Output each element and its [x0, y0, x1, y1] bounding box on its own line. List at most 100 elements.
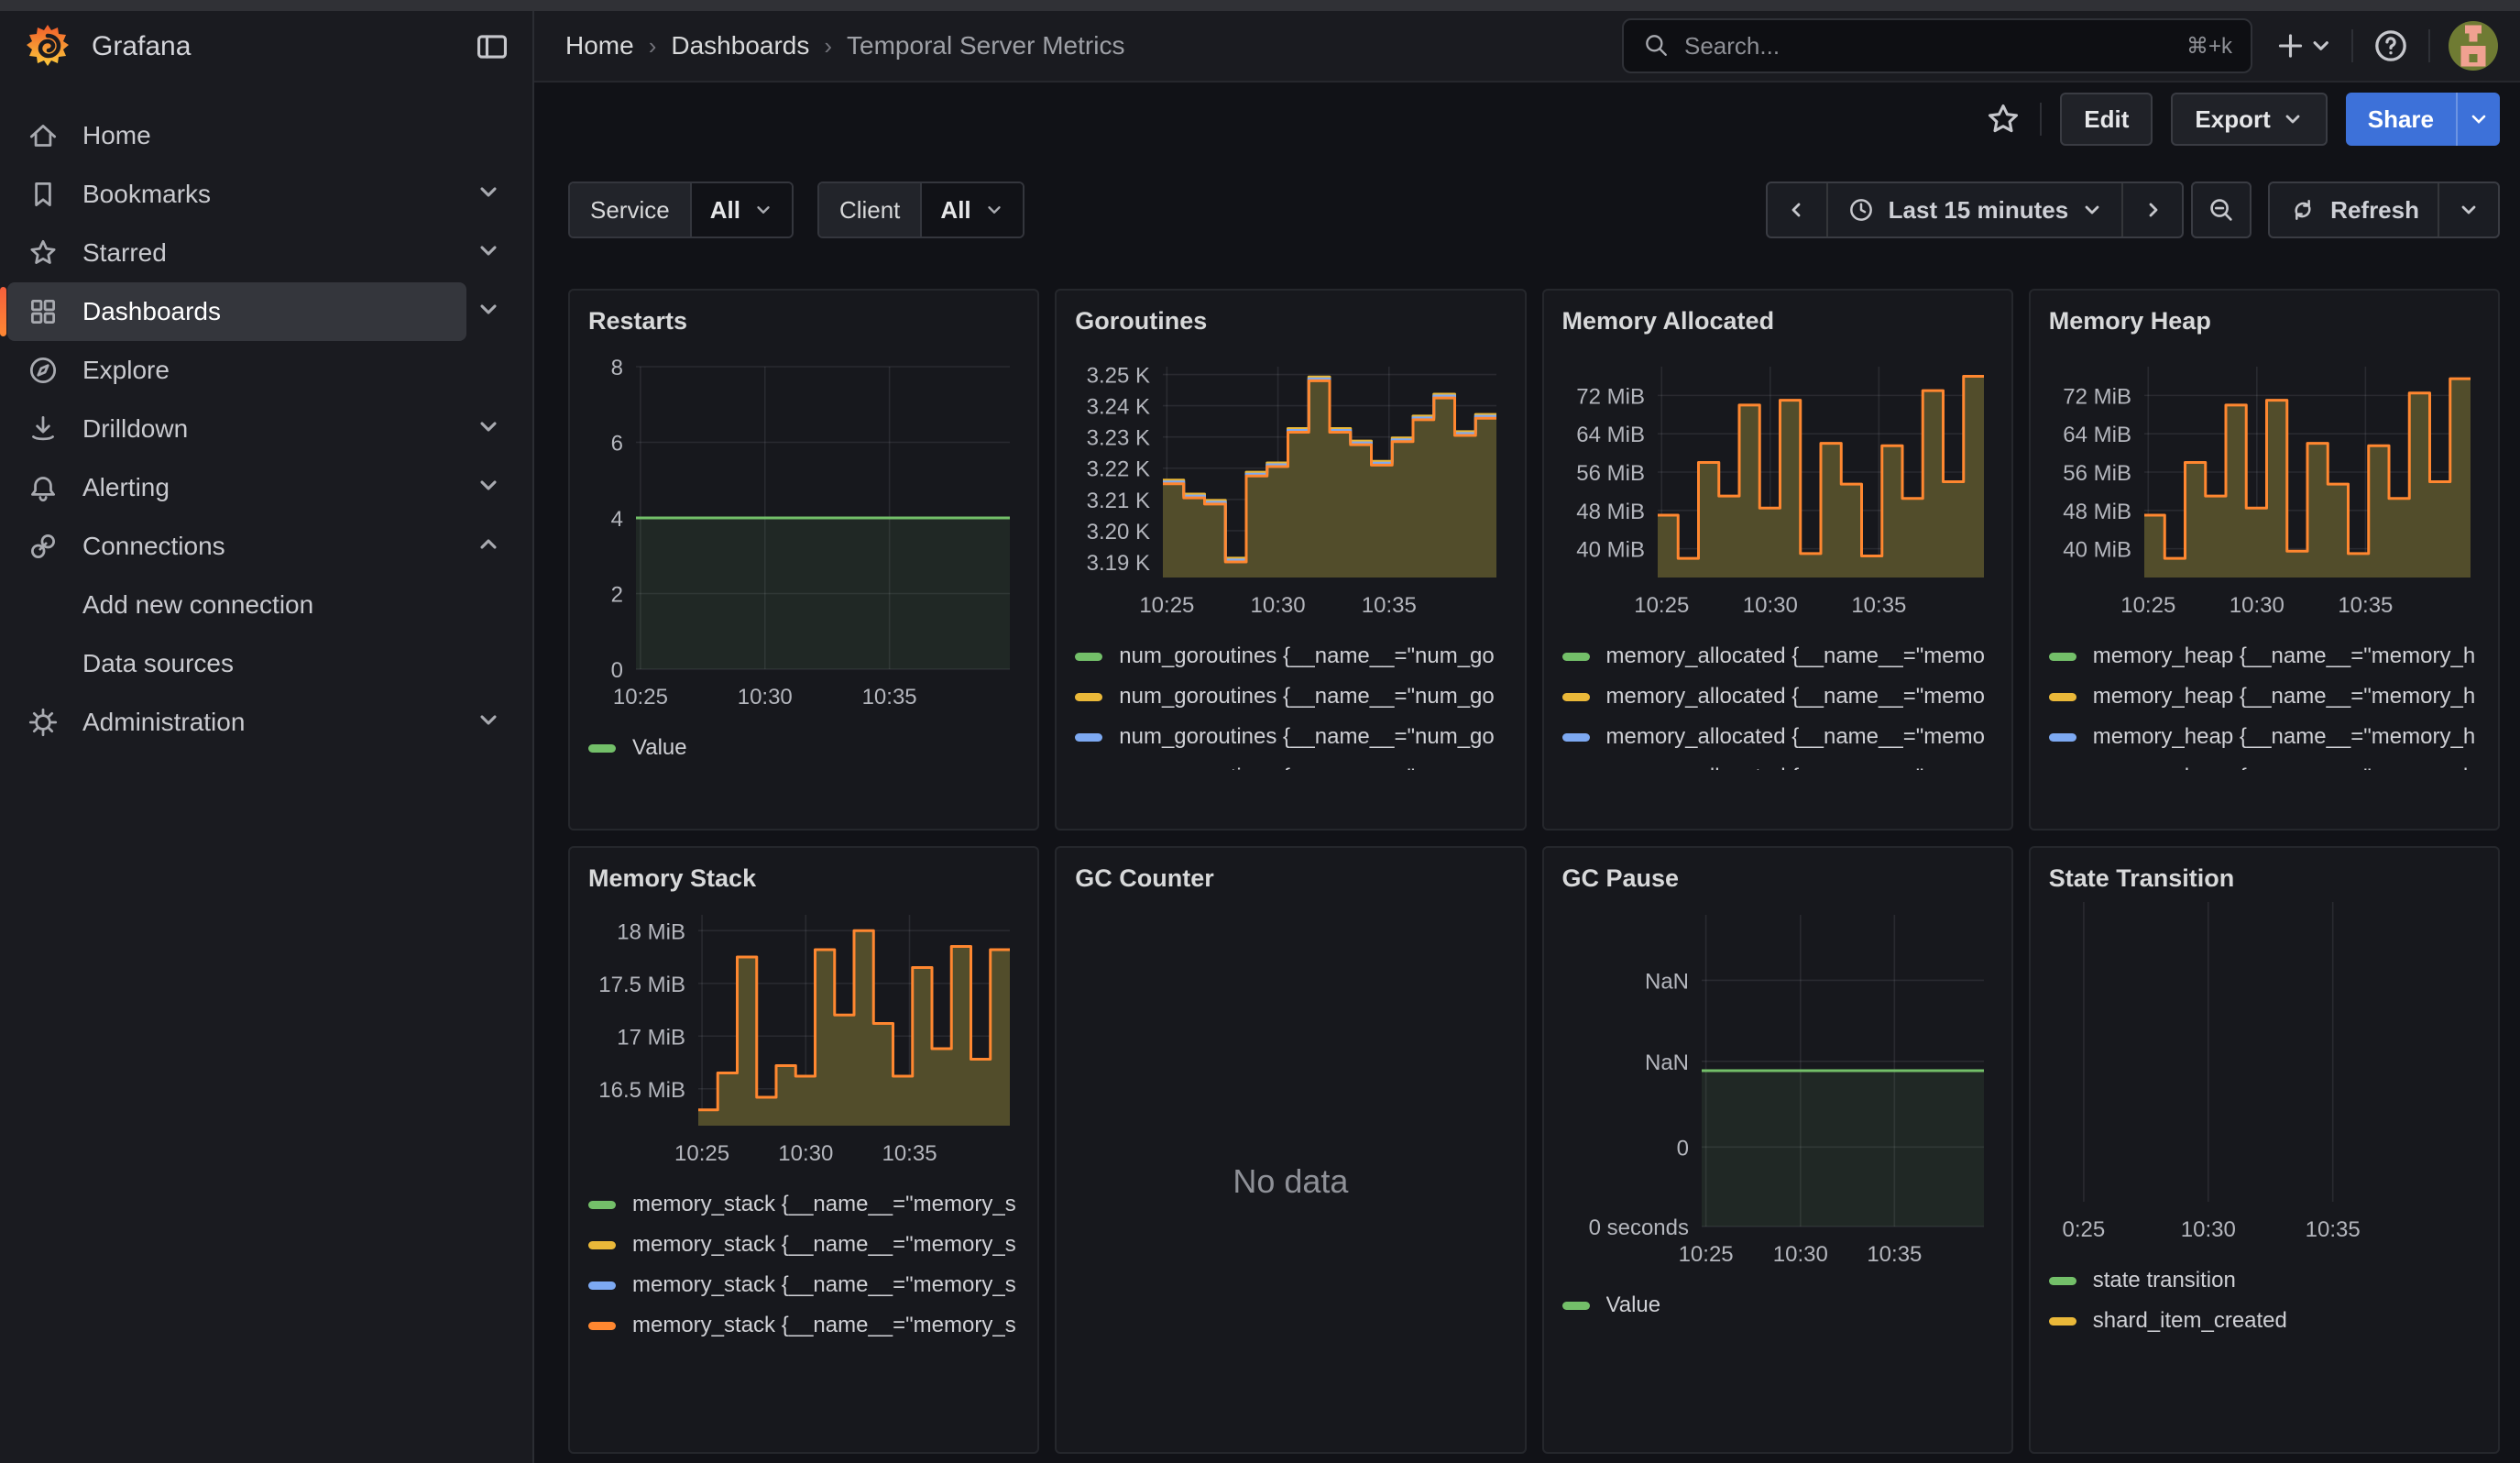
- client-filter-value[interactable]: All: [920, 183, 1022, 236]
- legend-item[interactable]: state transition: [2049, 1260, 2480, 1301]
- svg-text:0: 0: [611, 658, 623, 683]
- share-dropdown-button[interactable]: [2456, 93, 2500, 146]
- sidebar-item-data-sources[interactable]: Data sources: [0, 634, 532, 693]
- legend-item[interactable]: memory_heap {__name__="memory_h: [2049, 636, 2480, 676]
- legend-item[interactable]: num_goroutines {__name__="num_go: [1075, 676, 1506, 717]
- legend-item[interactable]: memory_heap {__name__="memory_h: [2049, 676, 2480, 717]
- svg-text:10:25: 10:25: [1678, 1242, 1733, 1267]
- export-button[interactable]: Export: [2171, 93, 2327, 146]
- edit-button[interactable]: Edit: [2060, 93, 2153, 146]
- chevron-down-icon[interactable]: [476, 180, 501, 210]
- breadcrumb-dashboards[interactable]: Dashboards: [671, 31, 809, 60]
- legend-item[interactable]: num_goroutines {__name__="num_go: [1075, 636, 1506, 676]
- legend-item[interactable]: memory_stack {__name__="memory_s: [588, 1225, 1019, 1265]
- help-button[interactable]: [2372, 27, 2410, 65]
- dashboard-toolbar: Edit Export Share: [534, 82, 2520, 156]
- chevron-down-icon[interactable]: [476, 708, 501, 738]
- legend-item[interactable]: Value: [588, 728, 1019, 768]
- chevron-down-icon[interactable]: [476, 473, 501, 503]
- legend-item[interactable]: Value: [1562, 1285, 1993, 1326]
- panel-title[interactable]: Restarts: [588, 307, 1019, 336]
- legend-item[interactable]: memory_allocated {__name__="memo: [1562, 757, 1993, 770]
- search-field[interactable]: [1684, 32, 2174, 60]
- state-transition-chart[interactable]: 0:2510:3010:35: [2049, 902, 2480, 1244]
- chevron-down-icon: [2081, 199, 2103, 221]
- panel-title[interactable]: Memory Heap: [2049, 307, 2480, 336]
- sidebar-item-administration[interactable]: Administration: [0, 693, 532, 752]
- sidebar-item-alerting[interactable]: Alerting: [0, 458, 532, 517]
- time-range-picker[interactable]: Last 15 minutes: [1828, 183, 2124, 236]
- refresh-button[interactable]: Refresh: [2270, 183, 2439, 236]
- legend-item[interactable]: memory_allocated {__name__="memo: [1562, 717, 1993, 757]
- add-button[interactable]: [2276, 28, 2333, 64]
- share-button[interactable]: Share: [2346, 93, 2456, 146]
- service-filter-label: Service: [570, 183, 690, 236]
- time-zoom-out-button[interactable]: [2191, 182, 2252, 238]
- panel-title[interactable]: Memory Allocated: [1562, 307, 1993, 336]
- service-filter-value[interactable]: All: [690, 183, 792, 236]
- panel-title[interactable]: State Transition: [2049, 864, 2480, 893]
- legend-item[interactable]: memory_heap {__name__="memory_h: [2049, 757, 2480, 770]
- legend-item[interactable]: shard_item_created: [2049, 1301, 2480, 1341]
- legend-item[interactable]: memory_stack {__name__="memory_s: [588, 1184, 1019, 1225]
- svg-text:3.22 K: 3.22 K: [1087, 457, 1150, 482]
- svg-text:2: 2: [611, 583, 623, 608]
- chevron-down-icon[interactable]: [476, 414, 501, 445]
- svg-text:4: 4: [611, 507, 623, 532]
- panel-title[interactable]: Goroutines: [1075, 307, 1506, 336]
- topbar-left: Grafana: [0, 11, 534, 82]
- series-color-marker: [588, 1282, 616, 1290]
- legend-item[interactable]: memory_allocated {__name__="memo: [1562, 636, 1993, 676]
- legend-item[interactable]: memory_heap {__name__="memory_h: [2049, 717, 2480, 757]
- legend-item[interactable]: num_goroutines {__name__="num_go: [1075, 757, 1506, 770]
- legend-item[interactable]: memory_stack {__name__="memory_s: [588, 1265, 1019, 1305]
- chevron-up-icon[interactable]: [476, 532, 501, 562]
- sidebar-item-explore[interactable]: Explore: [0, 341, 532, 400]
- memory-heap-chart[interactable]: 72 MiB64 MiB56 MiB48 MiB40 MiB10:2510:30…: [2049, 367, 2480, 620]
- panel-memory-allocated: Memory Allocated 72 MiB64 MiB56 MiB48 Mi…: [1542, 289, 2013, 830]
- clock-icon: [1846, 195, 1876, 225]
- legend: memory_heap {__name__="memory_h memory_h…: [2049, 636, 2480, 770]
- home-icon: [26, 118, 60, 153]
- sidebar-item-drilldown[interactable]: Drilldown: [0, 400, 532, 458]
- search-input[interactable]: ⌘+k: [1622, 18, 2252, 73]
- sidebar-item-dashboards[interactable]: Dashboards: [0, 282, 532, 341]
- sidebar-item-bookmarks[interactable]: Bookmarks: [0, 165, 532, 224]
- legend-item[interactable]: memory_allocated {__name__="memo: [1562, 676, 1993, 717]
- memory-allocated-chart[interactable]: 72 MiB64 MiB56 MiB48 MiB40 MiB10:2510:30…: [1562, 367, 1993, 620]
- sidebar-item-starred[interactable]: Starred: [0, 224, 532, 282]
- series-color-marker: [588, 744, 616, 753]
- series-color-marker: [1562, 733, 1590, 742]
- svg-text:64 MiB: 64 MiB: [1576, 423, 1645, 447]
- time-forward-button[interactable]: [2123, 183, 2182, 236]
- goroutines-chart[interactable]: 3.25 K3.24 K3.23 K3.22 K3.21 K3.20 K3.19…: [1075, 367, 1506, 620]
- sidebar-item-connections[interactable]: Connections: [0, 517, 532, 576]
- sidebar-toggle-icon[interactable]: [474, 28, 510, 65]
- svg-text:10:30: 10:30: [2181, 1217, 2236, 1242]
- svg-text:0 seconds: 0 seconds: [1588, 1216, 1688, 1240]
- restarts-chart[interactable]: 8642010:2510:3010:35: [588, 367, 1019, 711]
- series-color-marker: [2049, 733, 2076, 742]
- breadcrumb: Home › Dashboards › Temporal Server Metr…: [565, 31, 1124, 60]
- svg-text:10:35: 10:35: [2338, 593, 2393, 618]
- panel-title[interactable]: GC Counter: [1075, 864, 1506, 893]
- memory-stack-chart[interactable]: 18 MiB17.5 MiB17 MiB16.5 MiB10:2510:3010…: [588, 915, 1019, 1168]
- star-dashboard-button[interactable]: [1985, 101, 2021, 138]
- gc-pause-chart[interactable]: NaNNaN00 seconds10:2510:3010:35: [1562, 915, 1993, 1269]
- panel-title[interactable]: GC Pause: [1562, 864, 1993, 893]
- breadcrumb-home[interactable]: Home: [565, 31, 634, 60]
- svg-text:3.19 K: 3.19 K: [1087, 551, 1150, 576]
- panel-title[interactable]: Memory Stack: [588, 864, 1019, 893]
- time-back-button[interactable]: [1768, 183, 1828, 236]
- legend-item[interactable]: memory_stack {__name__="memory_s: [588, 1305, 1019, 1346]
- legend-item[interactable]: num_goroutines {__name__="num_go: [1075, 717, 1506, 757]
- svg-text:48 MiB: 48 MiB: [2063, 500, 2131, 524]
- sidebar-item-add-new-connection[interactable]: Add new connection: [0, 576, 532, 634]
- chevron-down-icon[interactable]: [476, 297, 501, 327]
- avatar[interactable]: [2449, 21, 2498, 71]
- sidebar-item-home[interactable]: Home: [0, 106, 532, 165]
- grafana-logo-icon[interactable]: [24, 23, 71, 71]
- service-filter: Service All: [568, 182, 794, 238]
- refresh-interval-dropdown[interactable]: [2439, 183, 2498, 236]
- chevron-down-icon[interactable]: [476, 238, 501, 269]
